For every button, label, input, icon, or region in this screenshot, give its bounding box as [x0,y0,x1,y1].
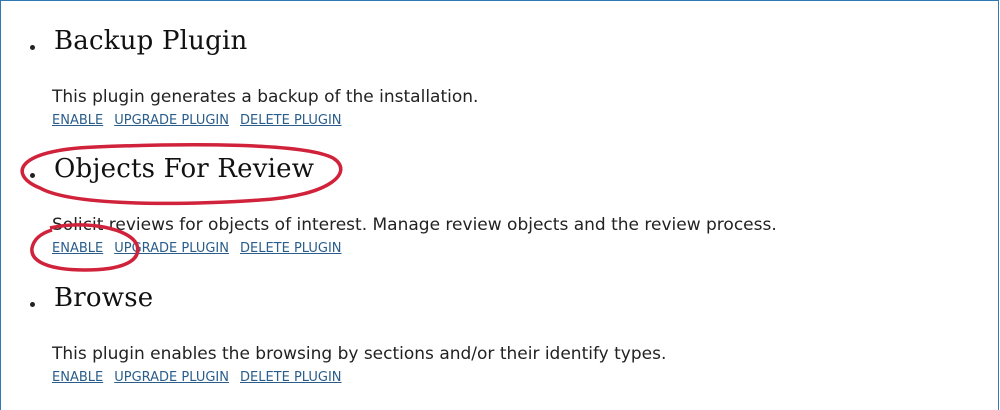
upgrade-plugin-link[interactable]: UPGRADE PLUGIN [114,241,229,256]
plugin-actions: ENABLE UPGRADE PLUGIN DELETE PLUGIN [52,239,353,257]
upgrade-plugin-link[interactable]: UPGRADE PLUGIN [114,370,229,385]
delete-plugin-link[interactable]: DELETE PLUGIN [240,113,342,128]
enable-link[interactable]: ENABLE [52,113,103,128]
delete-plugin-link[interactable]: DELETE PLUGIN [240,370,342,385]
list-bullet [30,173,35,178]
plugin-description: Solicit reviews for objects of interest.… [52,215,777,235]
enable-link[interactable]: ENABLE [52,241,103,256]
plugin-title: Backup Plugin [54,26,248,56]
plugin-title: Objects For Review [54,154,315,184]
plugin-description: This plugin enables the browsing by sect… [52,344,667,364]
plugin-description: This plugin generates a backup of the in… [52,87,479,107]
list-bullet [30,45,35,50]
upgrade-plugin-link[interactable]: UPGRADE PLUGIN [114,113,229,128]
plugin-actions: ENABLE UPGRADE PLUGIN DELETE PLUGIN [52,111,353,129]
delete-plugin-link[interactable]: DELETE PLUGIN [240,241,342,256]
enable-link[interactable]: ENABLE [52,370,103,385]
plugin-title: Browse [54,283,154,313]
plugin-actions: ENABLE UPGRADE PLUGIN DELETE PLUGIN [52,368,353,386]
list-bullet [30,302,35,307]
